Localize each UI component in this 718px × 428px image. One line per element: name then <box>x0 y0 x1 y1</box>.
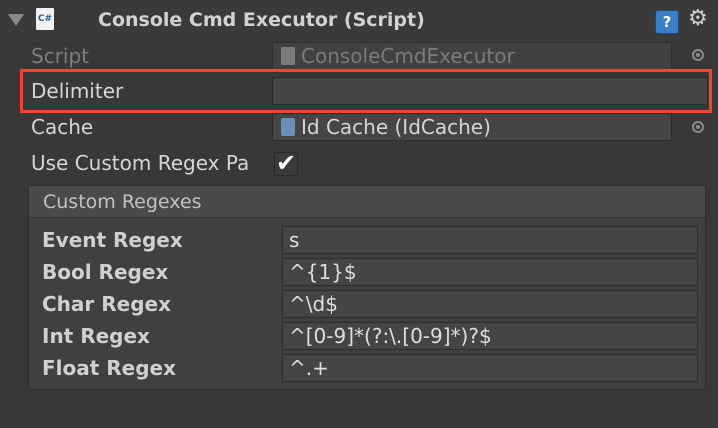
use-custom-regex-label: Use Custom Regex Pa <box>31 151 250 175</box>
scriptable-object-icon <box>281 118 295 136</box>
custom-regexes-title: Custom Regexes <box>29 186 705 218</box>
float-regex-label: Float Regex <box>42 356 177 380</box>
gear-icon[interactable]: ⚙ <box>688 6 708 31</box>
delimiter-highlight-box <box>20 69 712 113</box>
cache-field-value: Id Cache (IdCache) <box>301 115 491 139</box>
char-regex-label: Char Regex <box>42 292 171 316</box>
csharp-script-icon: C# <box>36 8 54 30</box>
cache-field[interactable]: Id Cache (IdCache) <box>272 113 672 141</box>
help-icon[interactable]: ? <box>655 10 679 34</box>
char-regex-input[interactable]: ^\d$ <box>282 290 698 318</box>
script-object-picker-icon[interactable] <box>692 49 704 61</box>
component-header: C# Console Cmd Executor (Script) ? ⚙ <box>0 0 718 42</box>
script-label: Script <box>31 44 90 68</box>
event-regex-label: Event Regex <box>42 228 183 252</box>
bool-regex-label: Bool Regex <box>42 260 169 284</box>
script-file-icon <box>281 47 295 65</box>
script-field: ConsoleCmdExecutor <box>272 42 672 70</box>
script-field-value: ConsoleCmdExecutor <box>301 44 515 68</box>
float-regex-input[interactable]: ^.+ <box>282 354 698 382</box>
cache-label: Cache <box>31 115 94 139</box>
int-regex-input[interactable]: ^[0-9]*(?:\.[0-9]*)?$ <box>282 322 698 350</box>
component-title: Console Cmd Executor (Script) <box>98 9 425 31</box>
bool-regex-input[interactable]: ^{1}$ <box>282 258 698 286</box>
use-custom-regex-checkbox[interactable]: ✔ <box>274 151 298 176</box>
int-regex-label: Int Regex <box>42 324 150 348</box>
event-regex-input[interactable]: s <box>282 226 698 254</box>
cache-object-picker-icon[interactable] <box>692 121 704 133</box>
foldout-arrow-icon[interactable] <box>8 14 24 26</box>
